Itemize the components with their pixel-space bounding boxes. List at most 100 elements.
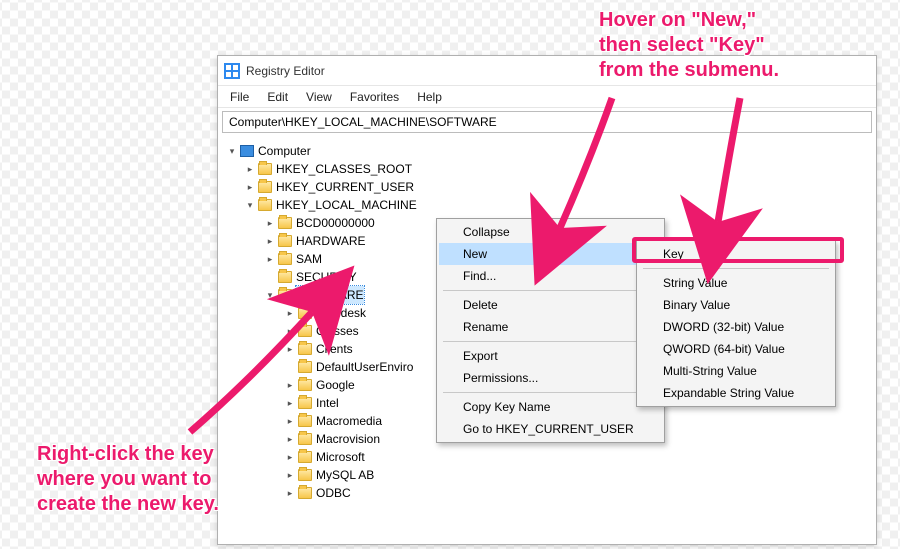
chevron-right-icon[interactable]: ▸	[284, 307, 296, 319]
tree-root[interactable]: ▾ Computer	[224, 142, 874, 160]
tree-item-hkcu[interactable]: ▸ HKEY_CURRENT_USER	[224, 178, 874, 196]
window-title: Registry Editor	[246, 64, 325, 78]
menu-edit[interactable]: Edit	[259, 88, 296, 106]
tree-root-label: Computer	[258, 142, 311, 160]
folder-icon	[298, 487, 312, 499]
tree-item-hkcr[interactable]: ▸ HKEY_CLASSES_ROOT	[224, 160, 874, 178]
folder-icon	[298, 307, 312, 319]
folder-icon	[298, 397, 312, 409]
folder-icon	[278, 271, 292, 283]
tree-label: ODBC	[316, 484, 351, 502]
tree-label: Google	[316, 376, 355, 394]
chevron-right-icon[interactable]: ▸	[264, 235, 276, 247]
folder-icon	[278, 289, 292, 301]
chevron-down-icon[interactable]: ▾	[244, 199, 256, 211]
folder-icon	[258, 163, 272, 175]
tree-label: HKEY_LOCAL_MACHINE	[276, 196, 417, 214]
folder-icon	[298, 343, 312, 355]
chevron-right-icon[interactable]: ▸	[244, 181, 256, 193]
menu-item-export[interactable]: Export	[439, 345, 662, 367]
chevron-right-icon[interactable]: ▸	[284, 451, 296, 463]
tree-label: Classes	[316, 322, 359, 340]
tree-label: Clients	[316, 340, 353, 358]
menu-separator	[443, 392, 658, 393]
folder-icon	[258, 181, 272, 193]
tree-label: HKEY_CURRENT_USER	[276, 178, 414, 196]
chevron-right-icon[interactable]: ▸	[284, 343, 296, 355]
chevron-right-icon[interactable]: ▸	[244, 163, 256, 175]
context-submenu-new: Key String Value Binary Value DWORD (32-…	[636, 240, 836, 407]
annotation-text-top: Hover on "New," then select "Key" from t…	[599, 8, 779, 83]
menu-item-find[interactable]: Find...	[439, 265, 662, 287]
menu-item-delete[interactable]: Delete	[439, 294, 662, 316]
folder-icon	[278, 253, 292, 265]
context-menu: Collapse New ▶ Find... Delete Rename Exp…	[436, 218, 665, 443]
submenu-item-qword[interactable]: QWORD (64-bit) Value	[639, 338, 833, 360]
tree-item[interactable]: ▸ MySQL AB	[224, 466, 874, 484]
chevron-right-icon[interactable]: ▸	[284, 433, 296, 445]
tree-label: Intel	[316, 394, 339, 412]
tree-label: HARDWARE	[296, 232, 366, 250]
regedit-icon	[224, 63, 240, 79]
menu-help[interactable]: Help	[409, 88, 450, 106]
tree-label: Autodesk	[316, 304, 366, 322]
folder-icon	[298, 415, 312, 427]
tree-label: SECURITY	[296, 268, 357, 286]
tree-label: Microsoft	[316, 448, 365, 466]
menu-separator	[643, 268, 829, 269]
menu-view[interactable]: View	[298, 88, 340, 106]
tree-item-hklm[interactable]: ▾ HKEY_LOCAL_MACHINE	[224, 196, 874, 214]
menu-favorites[interactable]: Favorites	[342, 88, 407, 106]
menu-item-collapse[interactable]: Collapse	[439, 221, 662, 243]
menu-separator	[443, 341, 658, 342]
tree-label: Macrovision	[316, 430, 380, 448]
menu-file[interactable]: File	[222, 88, 257, 106]
tree-item[interactable]: ▸ ODBC	[224, 484, 874, 502]
menu-item-label: New	[463, 247, 487, 261]
menubar: File Edit View Favorites Help	[218, 86, 876, 108]
menu-item-copy-key-name[interactable]: Copy Key Name	[439, 396, 662, 418]
menu-item-permissions[interactable]: Permissions...	[439, 367, 662, 389]
menu-item-new[interactable]: New ▶	[439, 243, 662, 265]
chevron-right-icon[interactable]: ▸	[284, 397, 296, 409]
annotation-text-bottom: Right-click the key where you want to cr…	[37, 442, 219, 517]
folder-icon	[278, 235, 292, 247]
tree-item[interactable]: ▸ Microsoft	[224, 448, 874, 466]
chevron-right-icon[interactable]: ▸	[284, 469, 296, 481]
tree-label: SAM	[296, 250, 322, 268]
tree-label-selected: SOFTWARE	[296, 286, 364, 304]
menu-item-rename[interactable]: Rename	[439, 316, 662, 338]
menu-item-goto-hkcu[interactable]: Go to HKEY_CURRENT_USER	[439, 418, 662, 440]
tree-label: HKEY_CLASSES_ROOT	[276, 160, 412, 178]
chevron-right-icon[interactable]: ▸	[284, 325, 296, 337]
chevron-right-icon[interactable]: ▸	[264, 217, 276, 229]
folder-icon	[298, 433, 312, 445]
chevron-right-icon[interactable]: ▸	[264, 253, 276, 265]
submenu-item-multistring[interactable]: Multi-String Value	[639, 360, 833, 382]
chevron-down-icon[interactable]: ▾	[226, 145, 238, 157]
submenu-item-dword[interactable]: DWORD (32-bit) Value	[639, 316, 833, 338]
chevron-right-icon[interactable]: ▸	[284, 487, 296, 499]
address-bar[interactable]: Computer\HKEY_LOCAL_MACHINE\SOFTWARE	[222, 111, 872, 133]
chevron-right-icon[interactable]: ▸	[284, 379, 296, 391]
submenu-item-key[interactable]: Key	[639, 243, 833, 265]
tree-label: BCD00000000	[296, 214, 375, 232]
folder-icon	[298, 379, 312, 391]
address-text: Computer\HKEY_LOCAL_MACHINE\SOFTWARE	[229, 115, 497, 129]
folder-icon	[298, 361, 312, 373]
chevron-right-icon[interactable]: ▸	[284, 415, 296, 427]
tree-label: Macromedia	[316, 412, 382, 430]
folder-icon	[278, 217, 292, 229]
folder-icon	[298, 325, 312, 337]
folder-icon	[298, 469, 312, 481]
submenu-item-expandable[interactable]: Expandable String Value	[639, 382, 833, 404]
folder-icon	[258, 199, 272, 211]
chevron-down-icon[interactable]: ▾	[264, 289, 276, 301]
submenu-item-string[interactable]: String Value	[639, 272, 833, 294]
submenu-item-binary[interactable]: Binary Value	[639, 294, 833, 316]
computer-icon	[240, 145, 254, 157]
tree-label: DefaultUserEnviro	[316, 358, 413, 376]
menu-separator	[443, 290, 658, 291]
tree-label: MySQL AB	[316, 466, 374, 484]
folder-icon	[298, 451, 312, 463]
